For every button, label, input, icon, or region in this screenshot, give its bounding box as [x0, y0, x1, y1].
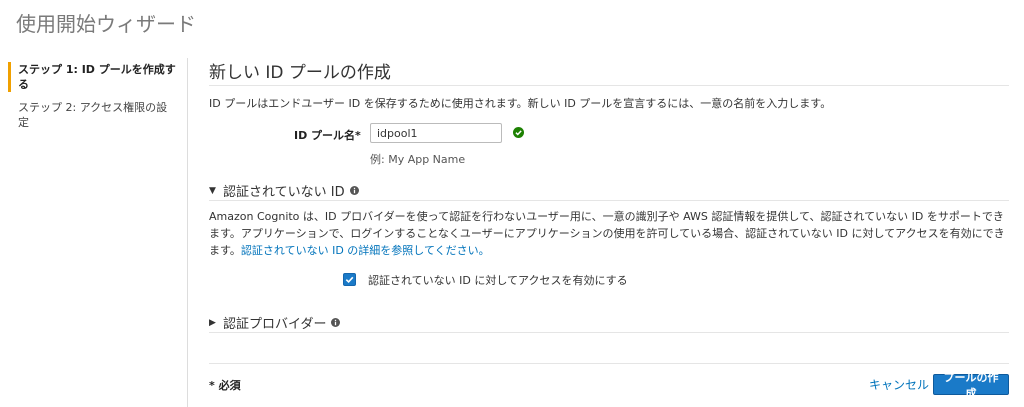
- section-title: 新しい ID プールの作成: [209, 63, 391, 83]
- intro-text: ID プールはエンドユーザー ID を保存するために使用されます。新しい ID …: [209, 97, 832, 110]
- checkmark-icon: [345, 276, 354, 284]
- step-1-create-pool[interactable]: ステップ 1: ID プールを作成する: [8, 62, 178, 92]
- sidebar-divider: [187, 58, 188, 407]
- caret-right-icon: ▶: [209, 317, 216, 328]
- title-divider: [209, 85, 1009, 86]
- cancel-link[interactable]: キャンセル: [869, 376, 929, 393]
- required-note: * 必須: [209, 379, 241, 392]
- info-icon[interactable]: [349, 186, 359, 195]
- page-title: 使用開始ウィザード: [16, 12, 196, 36]
- info-icon[interactable]: [331, 318, 341, 327]
- pool-name-hint: 例: My App Name: [370, 153, 466, 166]
- wizard-page: 使用開始ウィザード ステップ 1: ID プールを作成する ステップ 2: アク…: [0, 0, 1024, 407]
- unauth-title: 認証されていない ID: [223, 185, 345, 200]
- valid-check-icon: [513, 127, 524, 138]
- pool-name-input[interactable]: [370, 123, 502, 143]
- providers-divider: [209, 332, 1009, 333]
- create-pool-button[interactable]: プールの作成: [933, 371, 1009, 400]
- unauth-learn-more-link[interactable]: 認証されていない ID の詳細を参照してください。: [241, 244, 490, 257]
- pool-name-label: ID プール名*: [294, 129, 361, 142]
- wizard-steps: ステップ 1: ID プールを作成する ステップ 2: アクセス権限の設定: [8, 62, 178, 138]
- unauth-description: Amazon Cognito は、ID プロバイダーを使って認証を行わないユーザ…: [209, 208, 1009, 259]
- caret-down-icon: ▼: [209, 185, 216, 196]
- unauth-divider: [209, 200, 1009, 201]
- enable-unauth-checkbox[interactable]: [343, 273, 356, 286]
- step-2-permissions[interactable]: ステップ 2: アクセス権限の設定: [8, 100, 178, 130]
- enable-unauth-label[interactable]: 認証されていない ID に対してアクセスを有効にする: [368, 272, 628, 288]
- providers-accordion-toggle[interactable]: ▶ 認証プロバイダー: [209, 313, 341, 332]
- providers-title: 認証プロバイダー: [223, 317, 327, 332]
- footer-divider: [209, 363, 1009, 364]
- unauth-accordion-toggle[interactable]: ▼ 認証されていない ID: [209, 181, 359, 200]
- main-panel: 新しい ID プールの作成 ID プールはエンドユーザー ID を保存するために…: [209, 58, 1009, 400]
